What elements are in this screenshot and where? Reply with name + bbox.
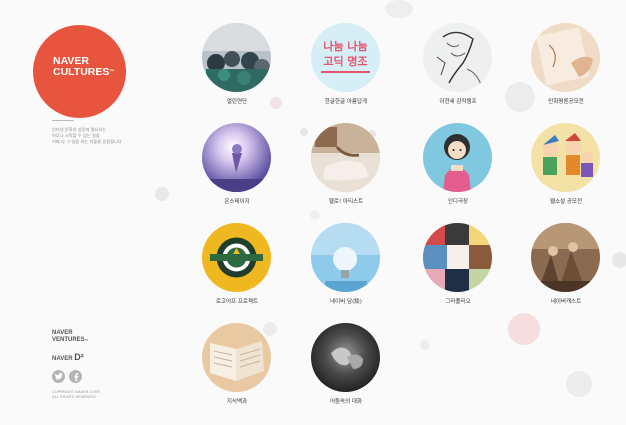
background-bubble — [612, 252, 626, 268]
project-tile[interactable]: 열린연단 — [192, 23, 282, 115]
naver-d2-prefix: NAVER — [52, 356, 73, 362]
brand-sidebar: NAVER CULTURES™ 인터넷 문화의 성장에 필요하는 아무나 시작할… — [0, 0, 175, 425]
project-tile[interactable]: 네이버캐스트 — [521, 223, 611, 315]
tagline-line: 어쩌 다 그 일을 하는 이들을 응원합니다 — [52, 139, 122, 144]
ventures-trademark: ™ — [84, 338, 89, 343]
ventures-line2: VENTURES — [52, 337, 85, 343]
tagline: 인터넷 문화의 성장에 필요하는 아무나 시작할 수 있는 일들 어쩌 다 그 … — [52, 127, 152, 145]
project-label: 만화평론공모전 — [548, 99, 584, 105]
lightbulb-photo — [311, 223, 380, 292]
facebook-icon — [73, 372, 78, 381]
naver-cultures-logo[interactable]: NAVER CULTURES™ — [33, 25, 126, 118]
concert-stage-photo — [202, 123, 271, 192]
project-tile[interactable]: 어둠속의 대화 — [301, 323, 391, 415]
lecture-audience-photo — [202, 23, 271, 92]
project-tile[interactable]: 웹소설 공모전 — [521, 123, 611, 215]
manga-sketch — [423, 23, 492, 92]
facebook-button[interactable] — [69, 370, 82, 383]
dark-hands-photo — [311, 323, 380, 392]
twitter-button[interactable] — [52, 370, 65, 383]
background-bubble — [566, 371, 592, 397]
project-label: 어둠속의 대화 — [329, 399, 363, 405]
project-label: 열린연단 — [226, 99, 248, 105]
project-label: 이현세 감작캠프 — [439, 99, 477, 105]
svg-text:나눔 나눔: 나눔 나눔 — [323, 39, 367, 53]
project-tile[interactable]: 온스테이지 — [192, 123, 282, 215]
project-label: 네이버캐스트 — [550, 299, 582, 305]
twitter-icon — [54, 373, 63, 380]
project-label: 웹소설 공모전 — [549, 199, 583, 205]
background-bubble — [385, 0, 413, 18]
naver-ventures-logo[interactable]: NAVER VENTURES™ — [52, 330, 89, 344]
open-book-photo — [202, 323, 271, 392]
hand-drawing-photo — [531, 23, 600, 92]
project-tile[interactable]: 그라폴리오 — [413, 223, 503, 315]
social-links — [52, 370, 82, 383]
divider — [52, 120, 74, 121]
naver-d2-logo[interactable]: NAVER D² — [52, 352, 84, 362]
d2-mark: D² — [74, 352, 84, 362]
nanum-font-poster: 나눔 나눔 고딕 명조 — [311, 23, 380, 92]
project-tile[interactable]: 네이버 담(談) — [301, 223, 391, 315]
project-tile[interactable]: 지식백과 — [192, 323, 282, 415]
project-label: 인디극장 — [447, 199, 469, 205]
background-bubble — [508, 313, 540, 345]
project-label: 헬로! 아티스트 — [328, 199, 364, 205]
project-tile[interactable]: 인디극장 — [413, 123, 503, 215]
art-collage — [423, 223, 492, 292]
project-label: 온스테이지 — [224, 199, 250, 205]
emblem-badge — [202, 223, 271, 292]
project-tile[interactable]: 나눔 나눔 고딕 명조 한글한글 아름답게 — [301, 23, 391, 115]
old-painting — [531, 223, 600, 292]
project-label: 그라폴리오 — [445, 299, 471, 305]
comic-characters-illustration — [531, 123, 600, 192]
copyright-line: ALL RIGHTS RESERVED — [52, 394, 96, 399]
ventures-line1: NAVER — [52, 330, 73, 336]
background-bubble — [420, 340, 430, 350]
project-tile[interactable]: 만화평론공모전 — [521, 23, 611, 115]
project-tile[interactable]: 이현세 감작캠프 — [413, 23, 503, 115]
trademark-mark: ™ — [109, 69, 115, 75]
copyright: COPYRIGHT NAVER CORP. ALL RIGHTS RESERVE… — [52, 389, 100, 399]
project-label: 네이버 담(談) — [330, 299, 362, 305]
project-tile[interactable]: 로고어프 프로젝트 — [192, 223, 282, 315]
logo-line2: CULTURES — [53, 66, 110, 78]
page: NAVER CULTURES™ 인터넷 문화의 성장에 필요하는 아무나 시작할… — [0, 0, 626, 425]
animated-girl-illustration — [423, 123, 492, 192]
svg-text:고딕 명조: 고딕 명조 — [323, 54, 367, 68]
project-label: 로고어프 프로젝트 — [215, 299, 259, 305]
artist-painting-photo — [311, 123, 380, 192]
project-label: 지식백과 — [226, 399, 248, 405]
project-label: 한글한글 아름답게 — [324, 99, 368, 105]
project-tile[interactable]: 헬로! 아티스트 — [301, 123, 391, 215]
